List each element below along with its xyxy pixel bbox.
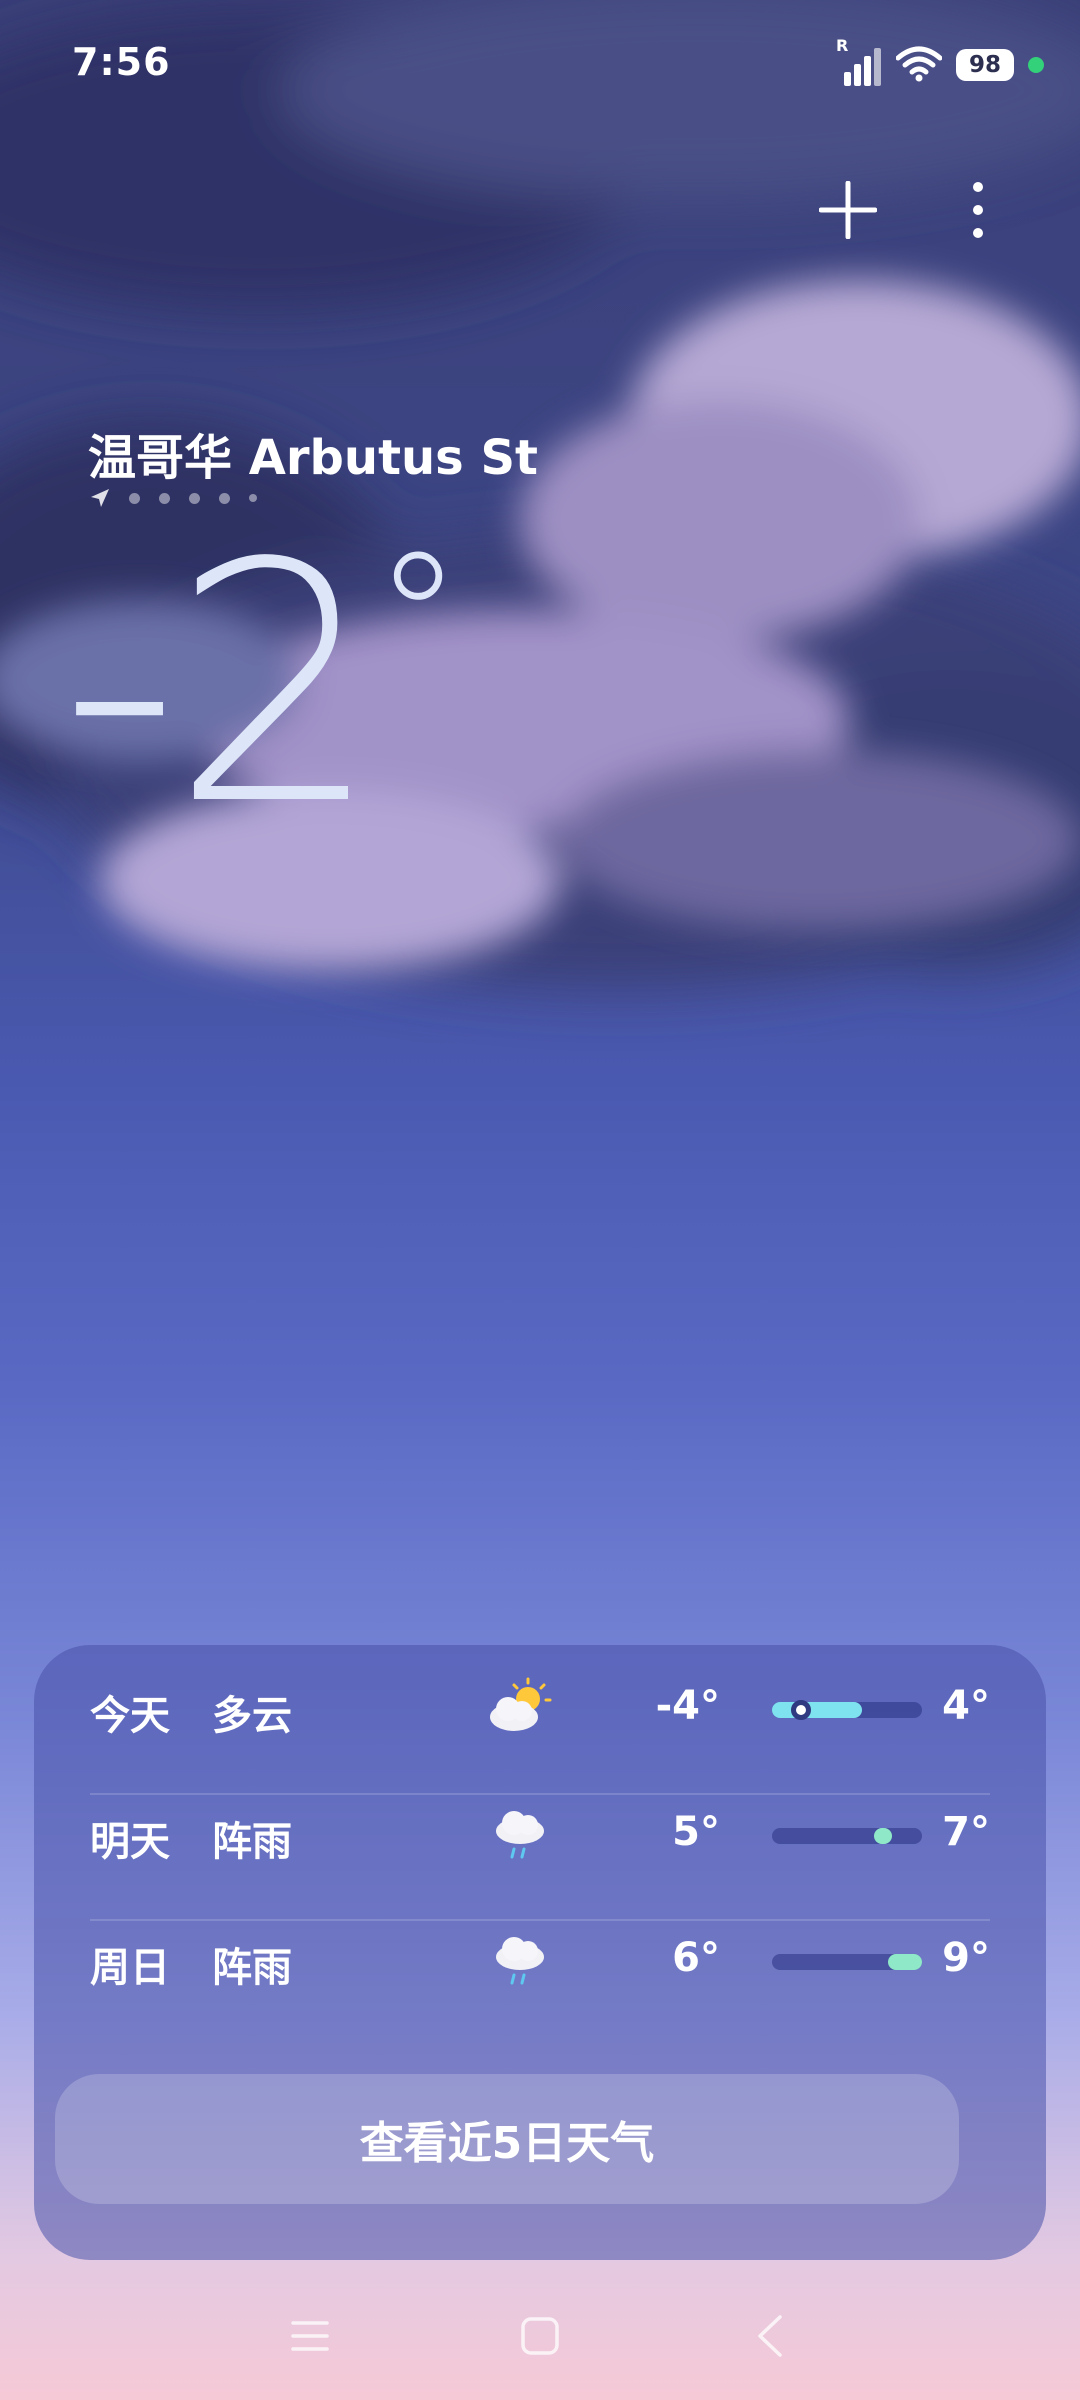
rain-cloud-icon [496,1937,544,1985]
range-fill [887,1954,922,1970]
signal-icon: R [836,36,882,86]
temperature-range-bar [772,1828,922,1844]
forecast-condition: 阵雨 [212,1945,292,1991]
range-fill [874,1828,892,1844]
degree-symbol: ° [373,515,463,724]
home-button[interactable] [510,2308,570,2364]
status-icons: R 98 [836,36,1044,90]
partly-cloudy-icon [490,1677,552,1731]
forecast-high: 7° [942,1809,990,1855]
recent-apps-button[interactable] [280,2308,340,2364]
forecast-day: 今天 [90,1693,170,1739]
navigation-bar [0,2290,1080,2380]
range-fill [772,1702,862,1718]
more-vert-icon [973,182,983,238]
forecast-low: 5° [672,1809,720,1855]
forecast-row-tomorrow[interactable]: 明天 阵雨 5° 7° [90,1771,990,1897]
rain-cloud-icon [496,1811,544,1859]
forecast-condition: 阵雨 [212,1819,292,1865]
back-icon [758,2315,782,2357]
temperature-range-bar [772,1700,922,1720]
more-options-button[interactable] [938,170,1018,250]
clock: 7:56 [72,40,171,84]
add-city-button[interactable] [808,170,888,250]
forecast-condition: 多云 [212,1693,292,1739]
forecast-row-sunday[interactable]: 周日 阵雨 6° 9° [90,1897,990,2023]
temperature-value: -2 [60,493,381,877]
battery-icon: 98 [956,49,1014,81]
city-name: 温哥华 Arbutus St [88,430,538,486]
wifi-icon [896,46,942,82]
roaming-indicator: R [836,36,849,55]
privacy-dot-icon [1028,57,1044,73]
menu-icon [291,2321,329,2351]
status-bar: 7:56 R 98 [0,0,1080,130]
forecast-low: -4° [655,1683,720,1729]
forecast-high: 9° [942,1935,990,1981]
home-icon [521,2317,559,2355]
forecast-low: 6° [672,1935,720,1981]
forecast-day: 周日 [90,1945,170,1991]
forecast-day: 明天 [90,1819,170,1865]
forecast-high: 4° [942,1683,990,1729]
current-temp-marker [790,1700,811,1720]
back-button[interactable] [740,2308,800,2364]
forecast-row-today[interactable]: 今天 多云 -4° 4° [90,1645,990,1771]
temperature-range-bar [772,1954,922,1970]
five-day-forecast-button[interactable]: 查看近5日天气 [55,2074,959,2204]
current-temperature: -2° [60,520,463,850]
add-icon [819,181,877,239]
